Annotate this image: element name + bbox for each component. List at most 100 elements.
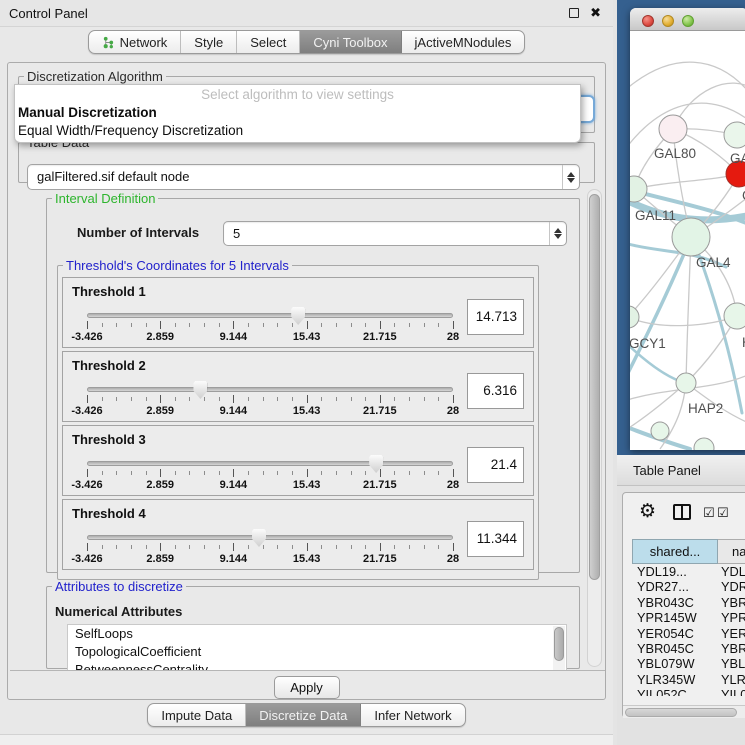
node-hap2 — [676, 373, 696, 393]
apply-button[interactable]: Apply — [274, 676, 340, 699]
threshold-4-slider[interactable]: -3.4262.8599.14415.4321.71528 — [87, 529, 453, 567]
thresholds-fieldset: Threshold's Coordinates for 5 Intervals … — [57, 258, 539, 580]
tab-style[interactable]: Style — [181, 31, 237, 53]
slider-scale-labels: -3.4262.8599.14415.4321.71528 — [87, 553, 453, 565]
algorithm-dropdown-hint: Select algorithm to view settings — [15, 85, 580, 104]
table-panel-inner: ⚙ ☑ ☑ shared... na YDL19... YDL1 YDR — [622, 492, 745, 718]
attributes-legend: Attributes to discretize — [52, 579, 186, 594]
tab-impute-data[interactable]: Impute Data — [148, 704, 246, 726]
network-window-titlebar[interactable] — [630, 8, 745, 31]
list-item[interactable]: SelfLoops — [68, 625, 566, 643]
table-toolbar: ⚙ ☑ ☑ — [623, 493, 745, 533]
settings-scroll-area: Interval Definition Number of Intervals … — [10, 187, 605, 671]
table-row[interactable]: YBL079W YBL0 — [632, 656, 745, 671]
minimize-traffic-light-icon[interactable] — [662, 15, 674, 27]
table-row[interactable]: YBR043C YBR0 — [632, 595, 745, 610]
gear-icon[interactable]: ⚙ — [639, 502, 656, 521]
table-row[interactable]: YDL19... YDL1 — [632, 564, 745, 579]
numerical-attributes-list[interactable]: SelfLoops TopologicalCoefficient Between… — [67, 624, 567, 671]
number-of-intervals-label: Number of Intervals — [77, 225, 199, 240]
slider-scale-labels: -3.4262.8599.14415.4321.71528 — [87, 405, 453, 417]
split-column-icon[interactable] — [673, 504, 691, 520]
list-item[interactable]: TopologicalCoefficient — [68, 643, 566, 661]
slider-scale-labels: -3.4262.8599.14415.4321.71528 — [87, 331, 453, 343]
network-graph: GAL80 GA C GAL11 GAL4 GCY1 H HAP2 — [630, 31, 745, 450]
control-panel: Control Panel ✖ Network Style Sel — [0, 0, 613, 745]
tab-select[interactable]: Select — [237, 31, 300, 53]
network-canvas[interactable]: GAL80 GA C GAL11 GAL4 GCY1 H HAP2 — [630, 31, 745, 450]
close-icon[interactable]: ✖ — [590, 5, 601, 21]
slider-track[interactable] — [87, 461, 453, 466]
network-view-window[interactable]: GAL80 GA C GAL11 GAL4 GCY1 H HAP2 — [630, 8, 745, 450]
threshold-4-value-field[interactable]: 11.344 — [467, 521, 524, 557]
close-traffic-light-icon[interactable] — [642, 15, 654, 27]
threshold-3-slider[interactable]: -3.4262.8599.14415.4321.71528 — [87, 455, 453, 493]
threshold-1-value-field[interactable]: 14.713 — [467, 299, 524, 335]
node-gcy1 — [630, 306, 639, 328]
cyni-toolbox-panel: Discretization Algorithm Select algorith… — [7, 62, 606, 700]
table-panel-header: Table Panel — [617, 455, 745, 486]
table-row[interactable]: YPR145W YPR1 — [632, 610, 745, 625]
algorithm-option-equal-width[interactable]: Equal Width/Frequency Discretization — [15, 122, 580, 140]
node-gal4 — [672, 218, 710, 256]
table-horizontal-scrollbar[interactable] — [623, 705, 745, 718]
table-data-value: galFiltered.sif default node — [37, 169, 189, 184]
tab-network[interactable]: Network — [89, 31, 182, 53]
slider-track[interactable] — [87, 313, 453, 318]
apply-row: Apply — [8, 673, 605, 701]
table-row[interactable]: YLR345W YLR3 — [632, 672, 745, 687]
combobox-spinner-icon[interactable] — [562, 165, 579, 189]
list-scrollbar-thumb[interactable] — [554, 627, 564, 661]
tab-cyni-toolbox[interactable]: Cyni Toolbox — [300, 31, 401, 53]
checkbox-icon[interactable]: ☑ — [717, 506, 729, 519]
node-table: shared... na YDL19... YDL1 YDR27... YDR2… — [632, 539, 745, 696]
threshold-2-slider[interactable]: -3.4262.8599.14415.4321.71528 — [87, 381, 453, 419]
right-panel: GAL80 GA C GAL11 GAL4 GCY1 H HAP2 Table … — [613, 0, 745, 745]
number-of-intervals-value: 5 — [233, 226, 240, 241]
table-row[interactable]: YER054C YER0 — [632, 626, 745, 641]
app-root: Control Panel ✖ Network Style Sel — [0, 0, 745, 745]
node-partial-top-right — [724, 122, 745, 148]
slider-ticks — [87, 469, 453, 478]
panel-vertical-scrollbar[interactable] — [587, 189, 602, 667]
bottom-tab-bar: Impute Data Discretize Data Infer Networ… — [0, 703, 613, 731]
zoom-traffic-light-icon[interactable] — [682, 15, 694, 27]
numerical-attributes-label: Numerical Attributes — [55, 604, 182, 619]
slider-track[interactable] — [87, 535, 453, 540]
slider-scale-labels: -3.4262.8599.14415.4321.71528 — [87, 479, 453, 491]
threshold-2-value-field[interactable]: 6.316 — [467, 373, 524, 409]
table-row[interactable]: YBR045C YBR0 — [632, 641, 745, 656]
threshold-1-slider[interactable]: -3.4262.8599.14415.4321.71528 — [87, 307, 453, 345]
threshold-4-group: Threshold 4 -3.4262.8599.14415.4321.7152… — [62, 499, 534, 570]
number-of-intervals-combobox[interactable]: 5 — [223, 221, 567, 246]
list-item[interactable]: BetweennessCentrality — [68, 661, 566, 671]
table-scrollbar-thumb[interactable] — [625, 708, 737, 717]
tab-infer-network[interactable]: Infer Network — [361, 704, 464, 726]
number-of-intervals-row: Number of Intervals 5 — [61, 220, 567, 248]
combobox-spinner-icon[interactable] — [549, 222, 566, 245]
column-header-name[interactable]: na — [718, 539, 745, 564]
node-label: GAL80 — [654, 146, 696, 161]
algorithm-option-manual[interactable]: Manual Discretization — [15, 104, 580, 122]
algorithm-dropdown-popup: Select algorithm to view settings Manual… — [14, 84, 581, 143]
tab-jactivemnodules[interactable]: jActiveMNodules — [402, 31, 525, 53]
node-label: HAP2 — [688, 401, 723, 416]
table-panel-title: Table Panel — [633, 463, 701, 478]
panel-title: Control Panel — [9, 6, 88, 21]
column-header-shared-name[interactable]: shared... — [632, 539, 718, 564]
node-label: GCY1 — [630, 336, 666, 351]
checkbox-icon[interactable]: ☑ — [703, 506, 715, 519]
float-window-icon[interactable] — [569, 8, 579, 18]
list-scrollbar[interactable] — [553, 626, 565, 671]
control-panel-titlebar: Control Panel ✖ — [0, 0, 613, 27]
slider-track[interactable] — [87, 387, 453, 392]
interval-definition-fieldset: Interval Definition Number of Intervals … — [46, 191, 580, 573]
node-label: GAL4 — [696, 255, 731, 270]
table-row[interactable]: YDR27... YDR2 — [632, 579, 745, 594]
threshold-3-value-field[interactable]: 21.4 — [467, 447, 524, 483]
table-row[interactable]: YIL052C YIL0 — [632, 687, 745, 696]
node-partial-bottom-2 — [694, 438, 714, 450]
threshold-2-group: Threshold 2 -3.4262.8599.14415.4321.7152… — [62, 351, 534, 422]
panel-scrollbar-thumb[interactable] — [589, 194, 600, 580]
tab-discretize-data[interactable]: Discretize Data — [246, 704, 361, 726]
